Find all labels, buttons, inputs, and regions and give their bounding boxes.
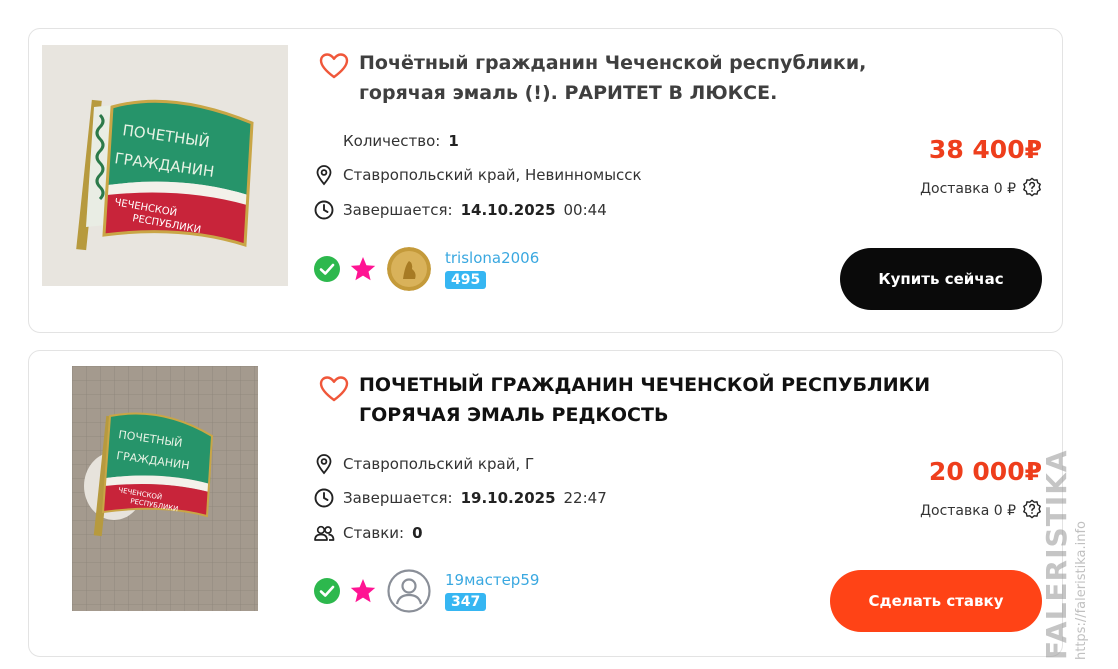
- ends-time: 22:47: [563, 489, 607, 507]
- watermark-main: FALERISTIKA.INFO: [1040, 450, 1073, 660]
- seller-rating-badge: 347: [445, 593, 487, 611]
- badge-photo-image: ПОЧЕТНЫЙ ГРАЖДАНИН ЧЕЧЕНСКОЙ РЕСПУБЛИКИ: [42, 45, 288, 286]
- price: 38 400₽: [928, 135, 1042, 164]
- seller-rating-badge: 495: [445, 271, 487, 289]
- seller-name-link[interactable]: 19мастер59: [445, 571, 539, 589]
- quantity-value: 1: [448, 132, 459, 150]
- verified-icon: [313, 577, 341, 605]
- default-avatar-icon: [387, 569, 431, 613]
- listing-title[interactable]: Почётный гражданин Чеченской республики,…: [359, 48, 959, 108]
- bids-icon: [313, 522, 335, 544]
- listing-title[interactable]: ПОЧЕТНЫЙ ГРАЖДАНИН ЧЕЧЕНСКОЙ РЕСПУБЛИКИ …: [359, 370, 959, 430]
- seller-info: trislona2006 495: [445, 249, 539, 289]
- coin-avatar-icon: [387, 247, 431, 291]
- avatar[interactable]: [387, 247, 431, 291]
- badge-photo-image: ПОЧЕТНЫЙ ГРАЖДАНИН ЧЕЧЕНСКОЙ РЕСПУБЛИКИ: [72, 366, 258, 611]
- star-icon: [349, 577, 377, 605]
- listing-card[interactable]: ПОЧЕТНЫЙ ГРАЖДАНИН ЧЕЧЕНСКОЙ РЕСПУБЛИКИ …: [28, 28, 1063, 333]
- delivery-text: Доставка 0 ₽: [920, 503, 1016, 519]
- heart-icon[interactable]: [319, 375, 349, 403]
- quantity-row: Количество: 1: [343, 129, 459, 153]
- location-text: Ставропольский край, Невинномысск: [343, 166, 642, 184]
- delivery-info: Доставка 0 ₽: [920, 499, 1042, 523]
- ends-time: 00:44: [563, 201, 607, 219]
- location-pin-icon: [313, 164, 335, 186]
- bids-label: Ставки:: [343, 524, 405, 542]
- clock-icon: [313, 487, 335, 509]
- seller-name-link[interactable]: trislona2006: [445, 249, 539, 267]
- price: 20 000₽: [928, 457, 1042, 486]
- help-icon[interactable]: [1022, 499, 1042, 523]
- star-icon: [349, 255, 377, 283]
- location-row: Ставропольский край, Г: [313, 452, 534, 476]
- seller-block: 19мастер59 347: [313, 569, 539, 613]
- place-bid-button[interactable]: Сделать ставку: [830, 570, 1042, 632]
- clock-icon: [313, 199, 335, 221]
- watermark: FALERISTIKA.INFO https://faleristika.inf…: [1040, 450, 1118, 660]
- ends-label: Завершается:: [343, 201, 453, 219]
- delivery-text: Доставка 0 ₽: [920, 181, 1016, 197]
- listing-photo[interactable]: ПОЧЕТНЫЙ ГРАЖДАНИН ЧЕЧЕНСКОЙ РЕСПУБЛИКИ: [42, 45, 288, 286]
- ends-row: Завершается: 14.10.2025 00:44: [313, 198, 607, 222]
- bids-value: 0: [412, 524, 423, 542]
- bids-row: Ставки: 0: [313, 521, 423, 545]
- watermark-url: https://faleristika.info: [1074, 521, 1089, 660]
- seller-info: 19мастер59 347: [445, 571, 539, 611]
- heart-icon[interactable]: [319, 52, 349, 80]
- ends-date: 14.10.2025: [460, 201, 556, 219]
- location-row: Ставропольский край, Невинномысск: [313, 163, 642, 187]
- ends-date: 19.10.2025: [460, 489, 556, 507]
- quantity-label: Количество:: [343, 132, 441, 150]
- ends-label: Завершается:: [343, 489, 453, 507]
- delivery-info: Доставка 0 ₽: [920, 177, 1042, 201]
- listing-card[interactable]: ПОЧЕТНЫЙ ГРАЖДАНИН ЧЕЧЕНСКОЙ РЕСПУБЛИКИ …: [28, 350, 1063, 657]
- location-pin-icon: [313, 453, 335, 475]
- help-icon[interactable]: [1022, 177, 1042, 201]
- buy-now-button[interactable]: Купить сейчас: [840, 248, 1042, 310]
- seller-block: trislona2006 495: [313, 247, 539, 291]
- avatar[interactable]: [387, 569, 431, 613]
- location-text: Ставропольский край, Г: [343, 455, 535, 473]
- verified-icon: [313, 255, 341, 283]
- listing-photo[interactable]: ПОЧЕТНЫЙ ГРАЖДАНИН ЧЕЧЕНСКОЙ РЕСПУБЛИКИ: [72, 366, 258, 611]
- ends-row: Завершается: 19.10.2025 22:47: [313, 486, 607, 510]
